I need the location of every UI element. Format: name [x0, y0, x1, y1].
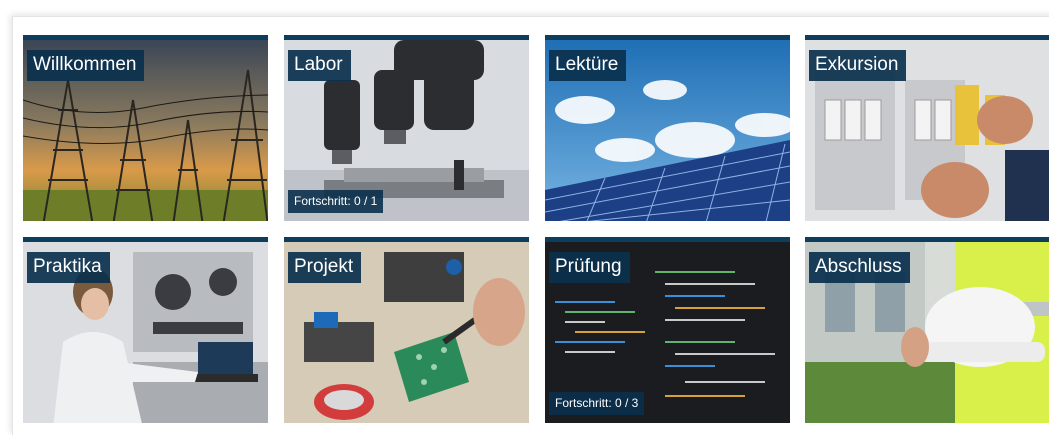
progress-label: Fortschritt: 0 / 1 — [288, 190, 384, 213]
tile-labor[interactable]: Labor Fortschritt: 0 / 1 — [284, 35, 529, 221]
tile-title: Abschluss — [809, 252, 910, 283]
tile-projekt[interactable]: Projekt — [284, 237, 529, 423]
tile-willkommen[interactable]: Willkommen — [23, 35, 268, 221]
tile-title: Willkommen — [27, 50, 145, 81]
tile-title: Exkursion — [809, 50, 907, 81]
progress-label: Fortschritt: 0 / 3 — [549, 392, 645, 415]
tile-title: Labor — [288, 50, 351, 81]
tile-title: Projekt — [288, 252, 362, 283]
tile-title: Praktika — [27, 252, 110, 283]
tile-abschluss[interactable]: Abschluss — [805, 237, 1049, 423]
tile-lektuere[interactable]: Lektüre — [545, 35, 790, 221]
tile-exkursion[interactable]: Exkursion — [805, 35, 1049, 221]
tile-praktika[interactable]: Praktika — [23, 237, 268, 423]
tile-title: Prüfung — [549, 252, 630, 283]
tile-pruefung[interactable]: Prüfung Fortschritt: 0 / 3 — [545, 237, 790, 423]
tile-title: Lektüre — [549, 50, 627, 81]
